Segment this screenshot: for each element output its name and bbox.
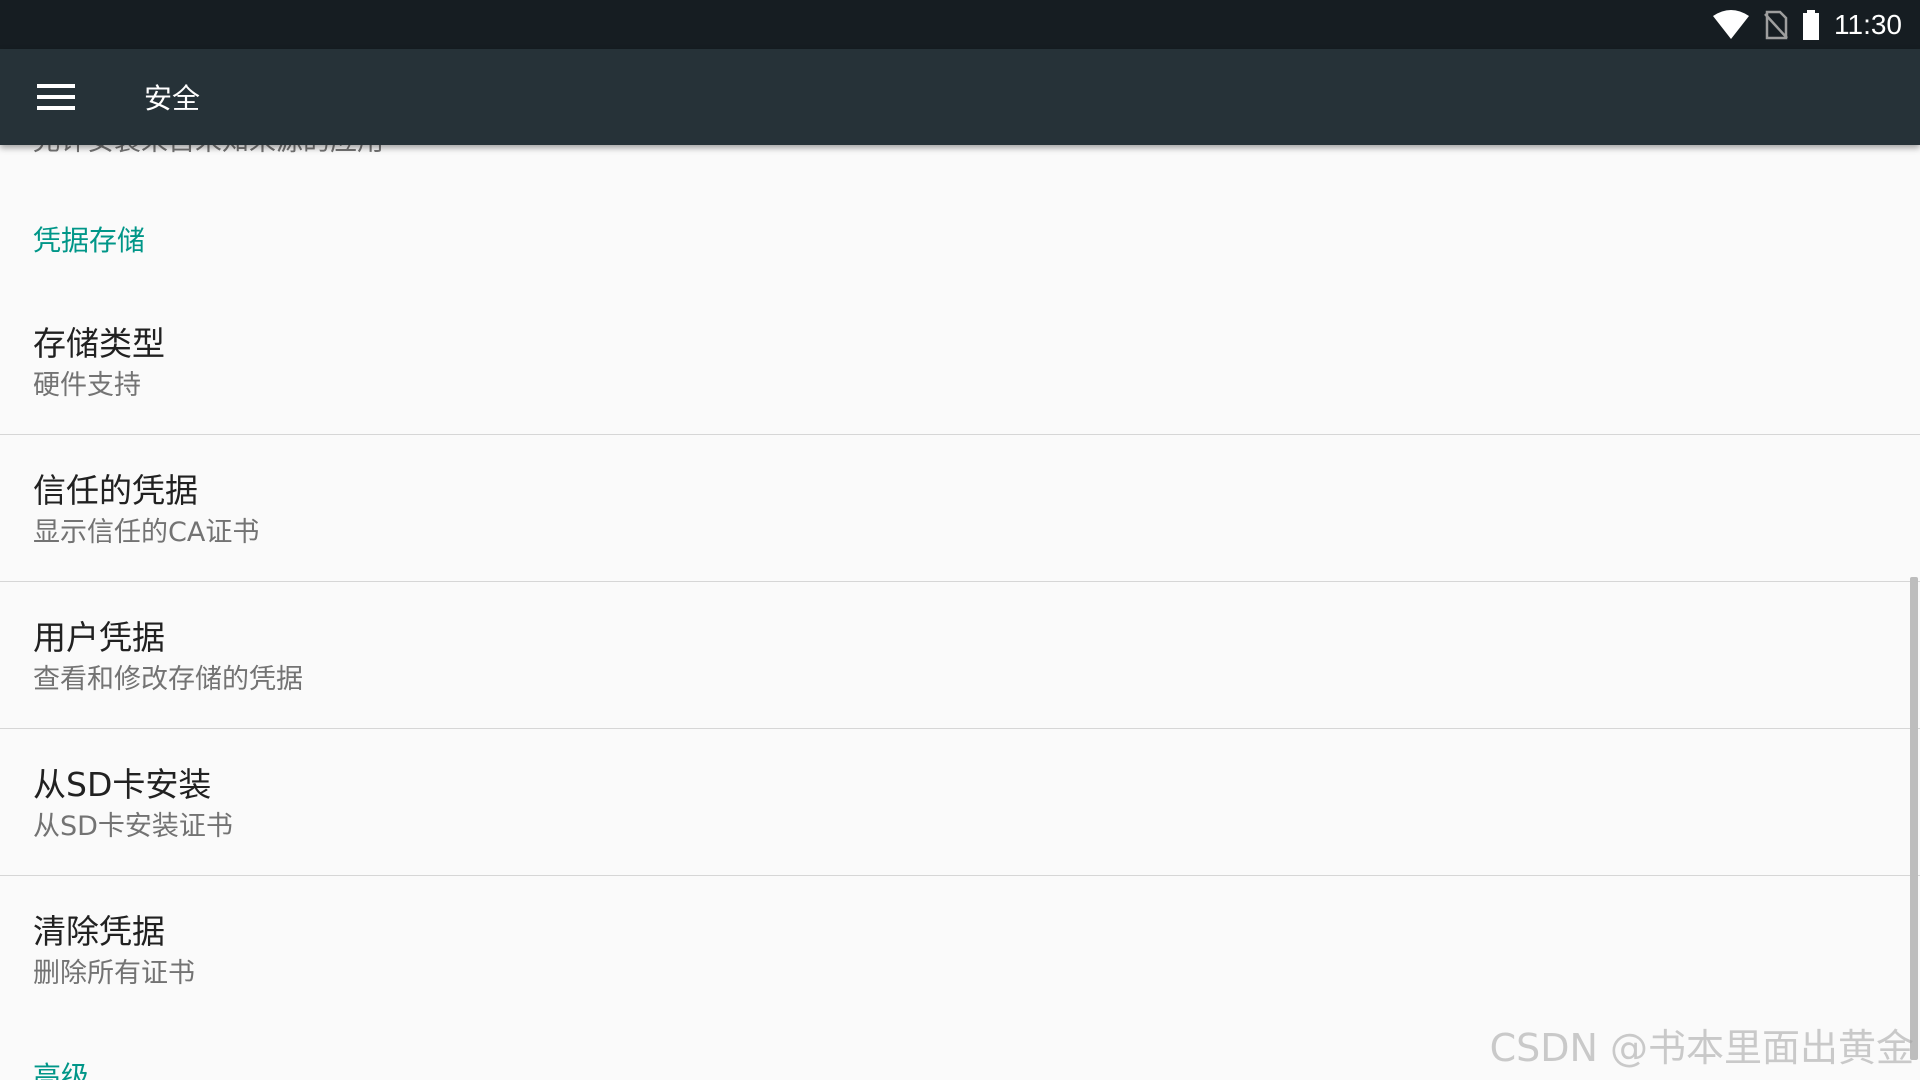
app-bar: 安全 bbox=[0, 49, 1920, 145]
settings-list[interactable]: 允许安装来自未知来源的应用 凭据存储 存储类型 硬件支持 信任的凭据 显示信任的… bbox=[0, 145, 1920, 1080]
pref-item-install-from-sd[interactable]: 从SD卡安装 从SD卡安装证书 bbox=[0, 730, 1920, 876]
hamburger-menu-icon[interactable] bbox=[28, 69, 84, 125]
pref-title: 用户凭据 bbox=[33, 618, 165, 657]
pref-item-user-credentials[interactable]: 用户凭据 查看和修改存储的凭据 bbox=[0, 583, 1920, 729]
scrollbar[interactable] bbox=[1910, 577, 1918, 1060]
pref-title: 存储类型 bbox=[33, 324, 165, 363]
page-title: 安全 bbox=[144, 82, 201, 115]
status-bar: 11:30 bbox=[0, 0, 1920, 49]
pref-title: 清除凭据 bbox=[33, 912, 165, 951]
clipped-item-summary: 允许安装来自未知来源的应用 bbox=[33, 145, 384, 158]
pref-item-clear-credentials[interactable]: 清除凭据 删除所有证书 bbox=[0, 877, 1920, 1023]
wifi-icon bbox=[1712, 9, 1750, 40]
battery-icon bbox=[1802, 9, 1820, 40]
pref-title: 信任的凭据 bbox=[33, 471, 198, 510]
pref-title: 从SD卡安装 bbox=[33, 765, 212, 804]
pref-summary: 显示信任的CA证书 bbox=[33, 517, 260, 548]
pref-item-trusted-credentials[interactable]: 信任的凭据 显示信任的CA证书 bbox=[0, 436, 1920, 582]
section-header-credential-storage: 凭据存储 bbox=[33, 224, 146, 257]
pref-summary: 查看和修改存储的凭据 bbox=[33, 664, 303, 695]
no-sim-icon bbox=[1764, 10, 1788, 40]
pref-summary: 删除所有证书 bbox=[33, 958, 195, 989]
pref-summary: 硬件支持 bbox=[33, 370, 141, 401]
section-header-advanced: 高级 bbox=[33, 1060, 90, 1080]
pref-summary: 从SD卡安装证书 bbox=[33, 811, 233, 842]
watermark: CSDN @书本里面出黄金 bbox=[1489, 1026, 1914, 1070]
status-time: 11:30 bbox=[1834, 8, 1902, 40]
pref-item-storage-type[interactable]: 存储类型 硬件支持 bbox=[0, 289, 1920, 435]
